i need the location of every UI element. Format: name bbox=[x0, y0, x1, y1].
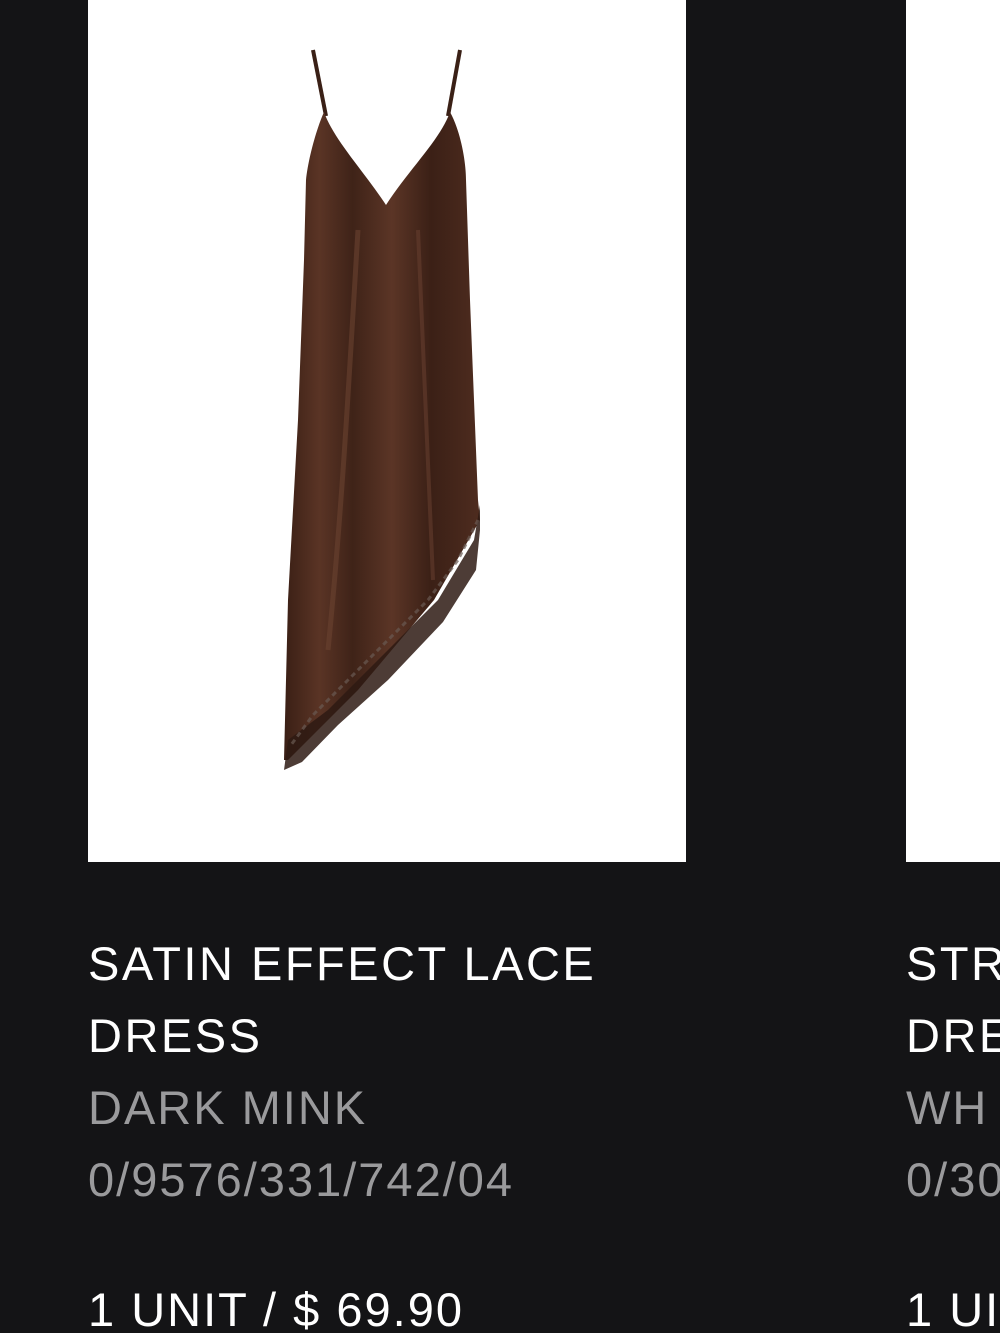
product-title-line: DRE bbox=[906, 1009, 1000, 1062]
product-color: WH bbox=[906, 1081, 989, 1134]
product-title-line: STR bbox=[906, 937, 1000, 990]
product-info: STR DRE WH 0/30 1 UI bbox=[906, 862, 1000, 1333]
product-price: 1 UNIT / $ 69.90 bbox=[88, 1283, 464, 1333]
product-info: SATIN EFFECT LACE DRESS DARK MINK 0/9576… bbox=[88, 862, 686, 1333]
product-reference: 0/30 bbox=[906, 1153, 1000, 1206]
product-image[interactable] bbox=[906, 0, 1000, 862]
product-color: DARK MINK bbox=[88, 1081, 368, 1134]
product-image[interactable] bbox=[88, 0, 686, 862]
product-price: 1 UI bbox=[906, 1283, 1000, 1333]
product-list-viewport: SATIN EFFECT LACE DRESS DARK MINK 0/9576… bbox=[0, 0, 1000, 1333]
brown-satin-slip-dress-image bbox=[284, 49, 480, 770]
product-title-line: DRESS bbox=[88, 1009, 263, 1062]
product-card[interactable]: SATIN EFFECT LACE DRESS DARK MINK 0/9576… bbox=[88, 0, 686, 1333]
product-title[interactable]: SATIN EFFECT LACE DRESS bbox=[88, 928, 686, 1072]
product-title[interactable]: STR DRE bbox=[906, 928, 1000, 1072]
product-card[interactable]: STR DRE WH 0/30 1 UI bbox=[906, 0, 1000, 1333]
product-reference: 0/9576/331/742/04 bbox=[88, 1153, 515, 1206]
product-title-line: SATIN EFFECT LACE bbox=[88, 937, 597, 990]
